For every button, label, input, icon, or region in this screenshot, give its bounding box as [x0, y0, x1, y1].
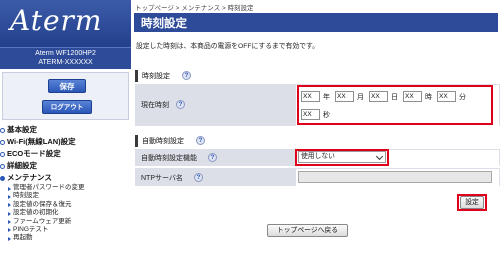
- day-input[interactable]: XX: [369, 91, 388, 102]
- nav-label: メンテナンス: [7, 173, 52, 182]
- nav-label: Wi-Fi(無線LAN)設定: [7, 137, 76, 146]
- arrow-icon: [8, 220, 11, 225]
- month-unit: 月: [357, 94, 364, 101]
- ntp-server-label: NTPサーバ名: [141, 175, 183, 182]
- arrow-icon: [8, 186, 11, 191]
- nav-sub-label: 設定値の保存＆復元: [13, 200, 72, 208]
- nav-maintenance[interactable]: メンテナンス: [0, 172, 131, 184]
- minute-unit: 分: [459, 94, 466, 101]
- page-title-bar: 時刻設定: [134, 13, 498, 32]
- logout-button[interactable]: ログアウト: [42, 100, 92, 114]
- help-icon[interactable]: ?: [208, 153, 217, 162]
- select-value: 使用しない: [301, 153, 335, 160]
- year-input[interactable]: XX: [301, 91, 320, 102]
- model-name: Aterm WF1200HP2: [35, 50, 96, 57]
- nav-sub-label: 再起動: [13, 234, 33, 242]
- arrow-icon: [8, 211, 11, 216]
- nav-sub-label: 管理者パスワードの変更: [13, 184, 85, 191]
- nav-sub-label: 時刻設定: [13, 192, 39, 200]
- arrow-icon: [8, 194, 11, 199]
- nav-sub-label: ファームウェア更新: [13, 217, 72, 225]
- bullet-icon: [0, 140, 5, 145]
- hour-unit: 時: [425, 94, 432, 101]
- device-id: ATERM-XXXXXX: [38, 59, 93, 66]
- nav-advanced-settings[interactable]: 詳細設定: [0, 160, 131, 172]
- bullet-icon: [0, 152, 5, 157]
- help-icon[interactable]: ?: [182, 71, 191, 80]
- nav-basic-settings[interactable]: 基本設定: [0, 124, 131, 136]
- arrow-icon: [8, 203, 11, 208]
- time-section-header: 時刻設定 ?: [135, 70, 500, 82]
- help-icon[interactable]: ?: [176, 100, 185, 109]
- logo-area: Aterm: [0, 0, 131, 47]
- hour-input[interactable]: XX: [403, 91, 422, 102]
- nav-label: 基本設定: [7, 125, 37, 134]
- nav-wifi-settings[interactable]: Wi-Fi(無線LAN)設定: [0, 136, 131, 148]
- current-time-label: 現在時刻: [141, 102, 169, 109]
- minute-input[interactable]: XX: [437, 91, 456, 102]
- back-to-top-button[interactable]: トップページへ戻る: [267, 224, 348, 237]
- model-info: Aterm WF1200HP2 ATERM-XXXXXX: [0, 47, 131, 69]
- second-unit: 秒: [323, 112, 330, 119]
- sidebar: Aterm Aterm WF1200HP2 ATERM-XXXXXX 保存 ログ…: [0, 0, 131, 257]
- nav-eco-mode[interactable]: ECOモード設定: [0, 148, 131, 160]
- ntp-server-input[interactable]: [298, 171, 492, 183]
- save-button[interactable]: 保存: [48, 79, 86, 93]
- bullet-icon: [0, 164, 5, 169]
- auto-section-header: 自動時刻設定 ?: [135, 135, 500, 147]
- help-icon[interactable]: ?: [196, 136, 205, 145]
- day-unit: 日: [391, 94, 398, 101]
- chevron-down-icon: [375, 152, 384, 161]
- bullet-icon: [0, 128, 5, 133]
- section-title: 時刻設定: [142, 73, 170, 80]
- nav-item-time-settings[interactable]: 時刻設定: [0, 192, 131, 200]
- arrow-icon: [8, 236, 11, 241]
- nav-item-factory-reset[interactable]: 設定値の初期化: [0, 209, 131, 217]
- help-icon[interactable]: ?: [194, 173, 203, 182]
- auto-function-label: 自動時刻設定機能: [141, 155, 197, 162]
- bullet-icon: [0, 176, 5, 181]
- second-input[interactable]: XX: [301, 109, 320, 120]
- nav-sub-label: 設定値の初期化: [13, 209, 59, 217]
- arrow-icon: [8, 228, 11, 233]
- nav-item-firmware-update[interactable]: ファームウェア更新: [0, 218, 131, 226]
- notice-text: 設定した時刻は、本商品の電源をOFFにするまで有効です。: [136, 43, 319, 50]
- month-input[interactable]: XX: [335, 91, 354, 102]
- nav-item-reboot[interactable]: 再起動: [0, 234, 131, 242]
- apply-button[interactable]: 設定: [460, 196, 484, 209]
- nav-label: 詳細設定: [7, 161, 37, 170]
- main-content: トップページ > メンテナンス > 時刻設定 時刻設定 設定した時刻は、本商品の…: [131, 0, 500, 257]
- sidebar-actions: 保存 ログアウト: [2, 72, 129, 120]
- auto-time-select[interactable]: 使用しない: [298, 151, 386, 163]
- section-title: 自動時刻設定: [142, 138, 184, 145]
- sidebar-nav: 基本設定 Wi-Fi(無線LAN)設定 ECOモード設定 詳細設定 メンテナンス…: [0, 124, 131, 243]
- year-unit: 年: [323, 94, 330, 101]
- breadcrumb: トップページ > メンテナンス > 時刻設定: [135, 5, 254, 12]
- page-title: 時刻設定: [141, 16, 187, 30]
- aterm-logo: Aterm: [10, 4, 103, 37]
- nav-item-save-restore[interactable]: 設定値の保存＆復元: [0, 201, 131, 209]
- nav-sub-label: PINGテスト: [13, 225, 49, 233]
- nav-label: ECOモード設定: [7, 149, 61, 158]
